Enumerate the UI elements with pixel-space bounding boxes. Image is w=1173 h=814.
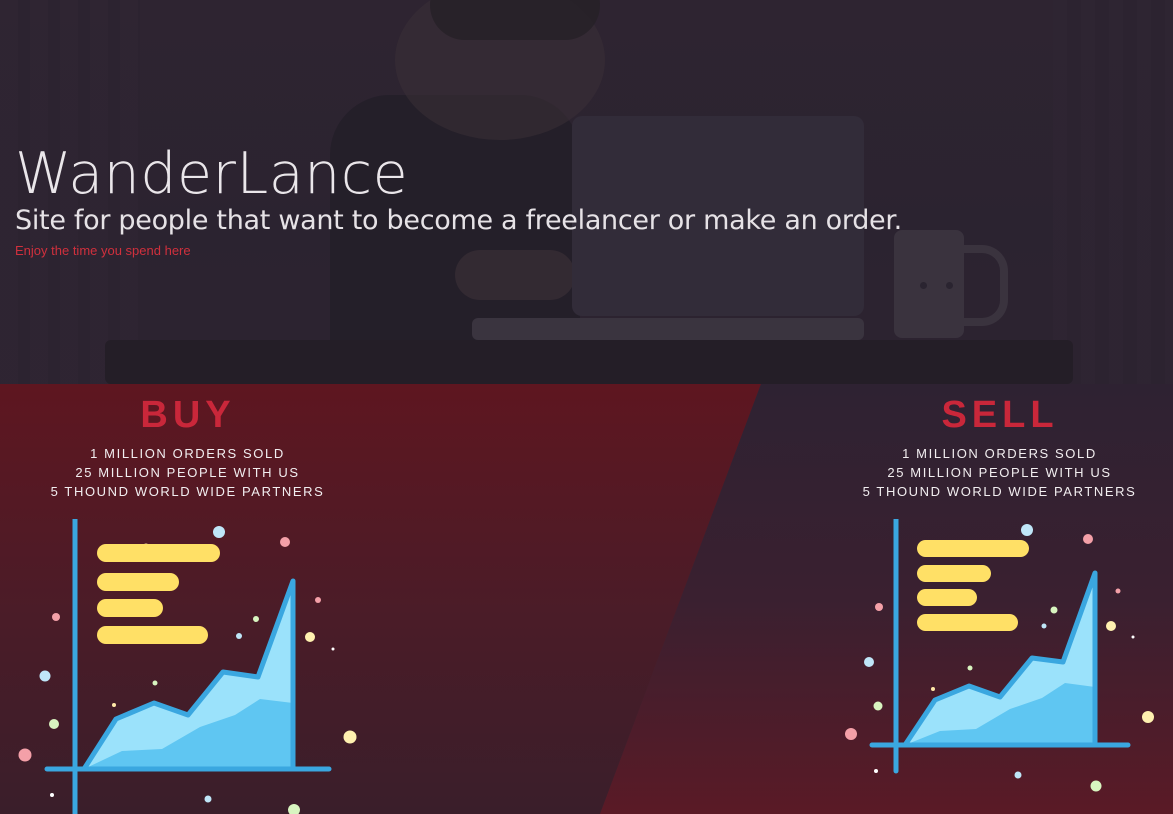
buy-stats: 1 MILLION ORDERS SOLD 25 MILLION PEOPLE …: [20, 444, 355, 501]
background-desk: [105, 340, 1073, 384]
sell-stat-partners: 5 THOUND WORLD WIDE PARTNERS: [862, 484, 1137, 499]
background-laptop-base: [472, 318, 864, 340]
sell-title[interactable]: SELL: [900, 394, 1100, 437]
buy-stat-orders: 1 MILLION ORDERS SOLD: [90, 446, 285, 461]
background-mug: [894, 230, 964, 338]
sell-chart-bars: [917, 540, 1029, 631]
background-mug-handle: [955, 245, 1008, 326]
background-mug-eye: [946, 282, 953, 289]
background-mug-eye: [920, 282, 927, 289]
sell-stat-people: 25 MILLION PEOPLE WITH US: [887, 465, 1112, 480]
buy-chart-bars: [97, 544, 220, 644]
buy-stat-people: 25 MILLION PEOPLE WITH US: [75, 465, 300, 480]
hero-section: WanderLance Site for people that want to…: [0, 0, 1173, 384]
sell-stat-orders: 1 MILLION ORDERS SOLD: [902, 446, 1097, 461]
site-subtitle: Site for people that want to become a fr…: [15, 205, 902, 236]
site-title: WanderLance: [15, 141, 409, 207]
sell-chart-illustration: [845, 519, 1154, 792]
site-tagline: Enjoy the time you spend here: [15, 243, 191, 258]
buy-sell-section: BUY 1 MILLION ORDERS SOLD 25 MILLION PEO…: [0, 384, 1173, 814]
buy-title[interactable]: BUY: [88, 394, 288, 437]
background-person-hair: [430, 0, 600, 40]
background-bookshelf-right: [1053, 0, 1173, 384]
sell-stats: 1 MILLION ORDERS SOLD 25 MILLION PEOPLE …: [832, 444, 1167, 501]
background-person-hand: [455, 250, 575, 300]
buy-chart-illustration: [18, 519, 357, 814]
buy-stat-partners: 5 THOUND WORLD WIDE PARTNERS: [50, 484, 325, 499]
sell-chart-dots: [845, 524, 1154, 792]
